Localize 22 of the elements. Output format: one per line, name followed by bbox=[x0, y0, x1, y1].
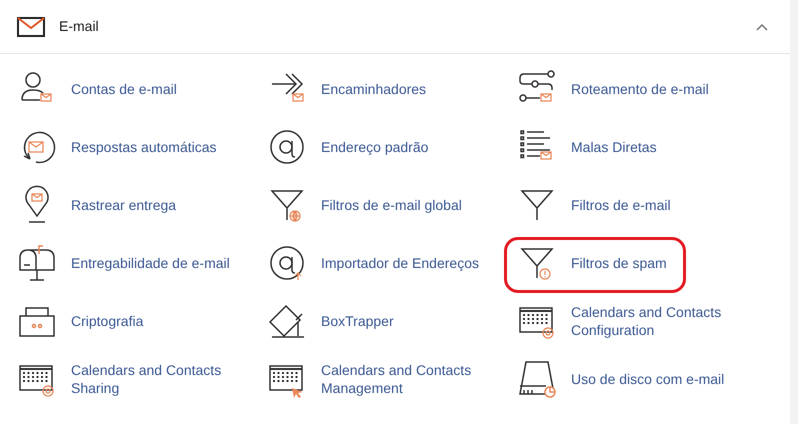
feature-link[interactable]: Respostas automáticas bbox=[71, 138, 251, 156]
chevron-up-icon[interactable] bbox=[756, 22, 768, 30]
feature-link[interactable]: BoxTrapper bbox=[321, 312, 501, 330]
feature-link[interactable]: Filtros de e-mail bbox=[571, 196, 751, 214]
feature-link[interactable]: Entregabilidade de e-mail bbox=[71, 254, 251, 272]
envelope-icon bbox=[17, 16, 45, 36]
feature-link[interactable]: Filtros de spam bbox=[571, 254, 751, 272]
feature-link[interactable]: Filtros de e-mail global bbox=[321, 196, 501, 214]
feature-link[interactable]: Malas Diretas bbox=[571, 138, 751, 156]
feature-link[interactable]: Contas de e-mail bbox=[71, 80, 251, 98]
feature-link[interactable]: Calendars and Contacts Configuration bbox=[571, 303, 751, 339]
feature-link[interactable]: Encaminhadores bbox=[321, 80, 501, 98]
feature-link[interactable]: Roteamento de e-mail bbox=[571, 80, 751, 98]
section-title: E-mail bbox=[59, 17, 99, 36]
feature-link[interactable]: Calendars and Contacts Sharing bbox=[71, 361, 251, 397]
feature-link[interactable]: Importador de Endereços bbox=[321, 254, 501, 272]
feature-link[interactable]: Rastrear entrega bbox=[71, 196, 251, 214]
feature-link[interactable]: Endereço padrão bbox=[321, 138, 501, 156]
feature-link[interactable]: Uso de disco com e-mail bbox=[571, 370, 751, 388]
section-header[interactable]: E-mail bbox=[0, 0, 790, 54]
feature-link[interactable]: Calendars and Contacts Management bbox=[321, 361, 501, 397]
feature-link[interactable]: Criptografia bbox=[71, 312, 251, 330]
